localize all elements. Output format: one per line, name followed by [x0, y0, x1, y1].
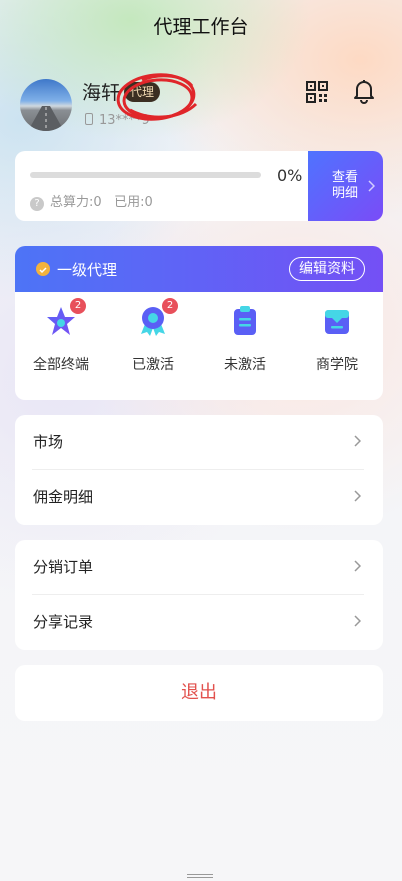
- grid-item-not-activated[interactable]: 未激活: [199, 304, 291, 374]
- grid-label: 全部终端: [33, 357, 89, 373]
- view-details-button[interactable]: 查看 明细: [308, 151, 383, 221]
- agent-level: 一级代理: [57, 261, 118, 279]
- star-icon: 2: [44, 298, 86, 338]
- logout-button[interactable]: 退出: [15, 665, 383, 721]
- page-title: 代理工作台: [153, 16, 249, 38]
- grid-label: 商学院: [316, 357, 358, 373]
- view-details-line1: 查看: [332, 170, 359, 185]
- agent-header: 一级代理 编辑资料: [15, 246, 383, 292]
- help-icon[interactable]: ?: [30, 197, 44, 211]
- menu-group-market: 市场 佣金明细: [15, 415, 383, 525]
- grid-item-all-terminals[interactable]: 2 全部终端: [15, 298, 107, 374]
- progress-percent: 0%: [277, 166, 303, 185]
- menu-item-distribution-orders[interactable]: 分销订单: [15, 540, 383, 595]
- road-photo: [28, 106, 64, 131]
- home-indicator[interactable]: [187, 874, 213, 878]
- notification-button[interactable]: [352, 78, 376, 104]
- chevron-right-icon: [354, 490, 361, 502]
- medal-icon: 2: [136, 298, 178, 338]
- view-details-line2: 明细: [332, 186, 359, 201]
- chevron-right-icon: [354, 560, 361, 572]
- power-stats: ? 总算力:0 已用:0: [30, 191, 153, 211]
- total-power: 总算力:0: [50, 195, 102, 210]
- phone-icon: [85, 113, 93, 125]
- tray-icon: [320, 304, 354, 338]
- agent-card: 一级代理 编辑资料 2 全部终端 2 已激活 未激活 商学院: [15, 246, 383, 400]
- grid-item-activated[interactable]: 2 已激活: [107, 298, 199, 374]
- menu-item-label: 分销订单: [33, 558, 94, 576]
- edit-profile-button[interactable]: 编辑资料: [289, 257, 365, 281]
- computing-power-card: 0% ? 总算力:0 已用:0 查看 明细: [15, 151, 383, 221]
- logout-card: 退出: [15, 665, 383, 721]
- count-badge: 2: [70, 298, 86, 314]
- chevron-right-icon: [354, 615, 361, 627]
- grid-item-business-school[interactable]: 商学院: [291, 304, 383, 374]
- menu-item-label: 分享记录: [33, 613, 94, 631]
- grid-label: 未激活: [224, 357, 266, 373]
- chevron-right-icon: [354, 435, 361, 447]
- qr-code-button[interactable]: [306, 81, 328, 103]
- menu-item-commission[interactable]: 佣金明细: [15, 470, 383, 525]
- menu-item-label: 市场: [33, 433, 64, 451]
- clipboard-icon: [228, 304, 262, 338]
- menu-group-orders: 分销订单 分享记录: [15, 540, 383, 650]
- menu-item-label: 佣金明细: [33, 488, 94, 506]
- avatar[interactable]: [20, 79, 72, 131]
- menu-item-share-records[interactable]: 分享记录: [15, 595, 383, 650]
- progress-bar: [30, 172, 261, 178]
- used-power: 已用:0: [114, 195, 153, 210]
- red-scribble-markup: [116, 73, 198, 121]
- level-medal-icon: [36, 262, 50, 276]
- bell-icon: [354, 80, 374, 104]
- menu-item-market[interactable]: 市场: [15, 415, 383, 470]
- count-badge: 2: [162, 298, 178, 314]
- qr-code-icon: [306, 81, 328, 103]
- grid-label: 已激活: [132, 357, 174, 373]
- terminal-grid: 2 全部终端 2 已激活 未激活 商学院: [15, 298, 383, 384]
- chevron-right-icon: [368, 180, 375, 192]
